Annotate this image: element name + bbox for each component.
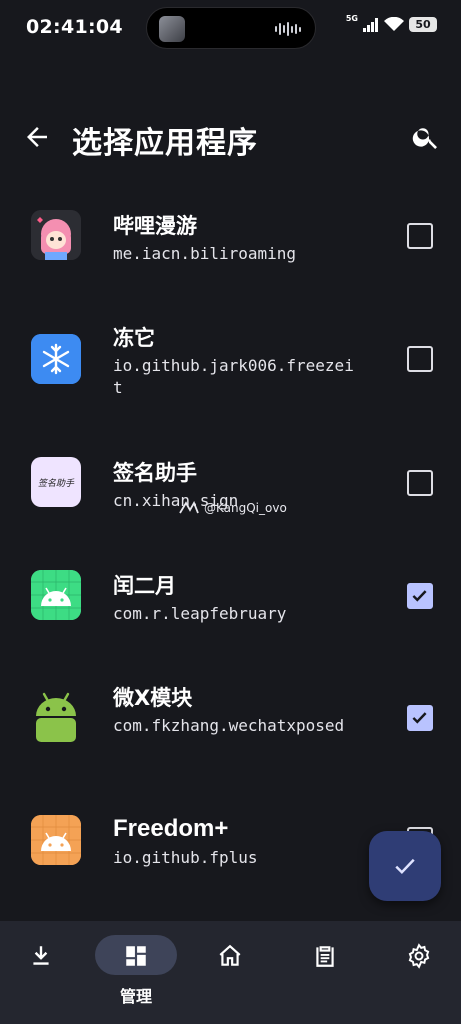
nav-item-download[interactable] (0, 935, 80, 1005)
status-bar: 02:41:04 5G 50 (0, 0, 461, 56)
back-arrow-icon[interactable] (22, 122, 52, 152)
settings-icon (408, 943, 430, 969)
snowflake-icon (31, 334, 81, 384)
app-package: io.github.jark006.freezeit (113, 356, 354, 397)
checkmark-icon (412, 712, 427, 724)
app-package: com.fkzhang.wechatxposed (113, 716, 345, 735)
android-icon (31, 570, 81, 620)
status-clock: 02:41:04 (26, 16, 123, 38)
network-type-label: 5G (345, 14, 358, 23)
app-name: 闰二月 (113, 574, 176, 598)
app-checkbox[interactable] (407, 346, 433, 372)
app-list-item[interactable]: 微X模块 com.fkzhang.wechatxposed (0, 658, 461, 758)
audio-wave-icon (275, 21, 301, 37)
nav-item-logs[interactable] (284, 935, 364, 1005)
app-checkbox[interactable] (407, 705, 433, 731)
checkmark-icon (412, 590, 427, 602)
sign-helper-icon-text: 签名助手 (37, 478, 74, 489)
download-icon (33, 946, 49, 965)
app-checkbox[interactable] (407, 470, 433, 496)
nav-item-home[interactable] (189, 935, 269, 1005)
app-name: Freedom+ (113, 815, 229, 842)
app-checkbox[interactable] (407, 583, 433, 609)
nav-item-manage[interactable]: 管理 (95, 935, 177, 1006)
app-list-item[interactable]: 哔哩漫游 me.iacn.biliroaming (0, 186, 461, 286)
nav-item-settings[interactable] (378, 935, 458, 1005)
app-name: 冻它 (113, 326, 155, 350)
watermark: @KangQi_ovo (178, 501, 287, 515)
dashboard-icon (126, 946, 146, 966)
wifi-icon (384, 17, 404, 31)
app-checkbox[interactable] (407, 223, 433, 249)
search-icon[interactable] (411, 122, 441, 152)
biliroaming-anime-icon (31, 210, 81, 260)
watermark-logo-icon (179, 501, 199, 514)
dynamic-island[interactable] (146, 7, 316, 49)
app-list-item[interactable]: 闰二月 com.r.leapfebruary (0, 546, 461, 646)
app-name: 哔哩漫游 (113, 214, 197, 238)
signal-icon (363, 17, 378, 32)
battery-indicator: 50 (409, 17, 437, 32)
watermark-text: @KangQi_ovo (204, 501, 287, 515)
android-icon (31, 815, 81, 865)
confirm-fab-button[interactable] (369, 831, 441, 901)
app-name: 签名助手 (113, 461, 197, 485)
island-media-thumbnail (159, 16, 185, 42)
app-package: me.iacn.biliroaming (113, 244, 297, 263)
bottom-navigation: 管理 (0, 921, 461, 1024)
app-list-item[interactable]: 签名助手 签名助手 cn.xihan.sign (0, 433, 461, 533)
nav-label-manage: 管理 (119, 987, 152, 1006)
page-title: 选择应用程序 (72, 126, 258, 161)
android-icon (31, 692, 81, 742)
app-package: io.github.fplus (113, 848, 258, 867)
sign-helper-icon: 签名助手 (31, 457, 81, 507)
app-bar: 选择应用程序 (0, 108, 461, 168)
status-icons: 5G 50 (345, 14, 437, 32)
home-icon (219, 944, 241, 966)
app-list-item[interactable]: 冻它 io.github.jark006.freezeit (0, 298, 461, 398)
app-name: 微X模块 (113, 686, 193, 710)
check-icon (395, 858, 415, 875)
clipboard-icon (316, 946, 334, 967)
app-package: com.r.leapfebruary (113, 604, 287, 623)
